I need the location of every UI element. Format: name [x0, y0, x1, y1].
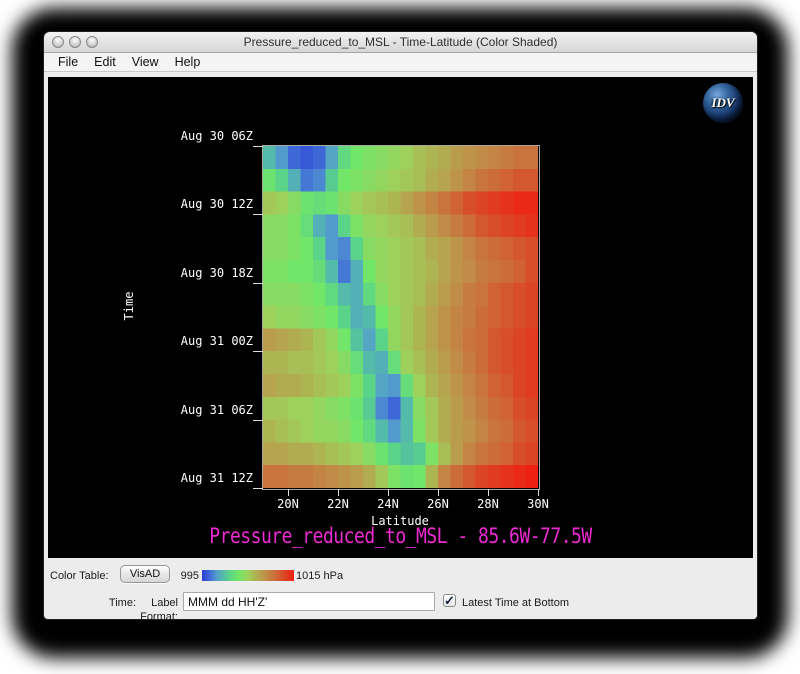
y-axis-tick — [253, 351, 263, 352]
y-axis-tick — [253, 146, 263, 147]
y-axis-tick — [253, 488, 263, 489]
screenshot-stage: Pressure_reduced_to_MSL - Time-Latitude … — [0, 0, 800, 674]
display-panel: IDV Time Latitude Pressure_reduced_to_MS… — [48, 77, 753, 558]
menubar: FileEditViewHelp — [44, 53, 757, 72]
label-format-input[interactable] — [183, 592, 435, 611]
control-panel: Color Table: VisAD 995 1015 hPa Time: La… — [44, 558, 757, 619]
idv-logo: IDV — [703, 83, 743, 123]
x-axis-tick — [538, 489, 539, 496]
y-axis-tick — [253, 420, 263, 421]
y-axis-tick — [253, 214, 263, 215]
titlebar: Pressure_reduced_to_MSL - Time-Latitude … — [44, 32, 757, 53]
x-axis-tick — [288, 489, 289, 496]
menu-item-edit[interactable]: Edit — [86, 53, 124, 71]
y-axis-tick — [253, 283, 263, 284]
latest-time-checkbox[interactable]: ✓ — [443, 594, 456, 607]
idv-logo-text: IDV — [711, 95, 734, 111]
window-title: Pressure_reduced_to_MSL - Time-Latitude … — [44, 32, 757, 52]
app-window: Pressure_reduced_to_MSL - Time-Latitude … — [44, 32, 757, 619]
heatmap-canvas[interactable] — [263, 146, 538, 488]
x-axis-label: 20N — [263, 497, 313, 511]
legend-min-label: 995 — [169, 569, 199, 583]
y-axis-label: Aug 30 12Z — [48, 197, 253, 211]
menu-item-view[interactable]: View — [124, 53, 167, 71]
x-axis-tick — [488, 489, 489, 496]
checkbox-label: Latest Time at Bottom — [462, 596, 569, 610]
x-axis-label: 26N — [413, 497, 463, 511]
y-axis-label: Aug 30 18Z — [48, 266, 253, 280]
y-axis-label: Aug 31 00Z — [48, 334, 253, 348]
menu-item-help[interactable]: Help — [167, 53, 209, 71]
label-format-label: Label Format: — [114, 596, 178, 619]
visad-button[interactable]: VisAD — [120, 565, 170, 583]
x-axis-tick — [388, 489, 389, 496]
x-axis-tick — [438, 489, 439, 496]
chart-title: Pressure_reduced_to_MSL - 85.6W-77.5W — [48, 524, 753, 549]
x-axis-label: 24N — [363, 497, 413, 511]
y-axis-label: Aug 31 06Z — [48, 403, 253, 417]
menu-item-file[interactable]: File — [50, 53, 86, 71]
color-legend-bar — [202, 570, 294, 581]
legend-max-label: 1015 hPa — [296, 569, 343, 583]
x-axis-tick — [338, 489, 339, 496]
y-axis-title: Time — [122, 276, 136, 336]
color-table-label: Color Table: — [50, 569, 109, 583]
x-axis-label: 22N — [313, 497, 363, 511]
y-axis-label: Aug 30 06Z — [48, 129, 253, 143]
x-axis-label: 28N — [463, 497, 513, 511]
y-axis-label: Aug 31 12Z — [48, 471, 253, 485]
x-axis-label: 30N — [513, 497, 563, 511]
